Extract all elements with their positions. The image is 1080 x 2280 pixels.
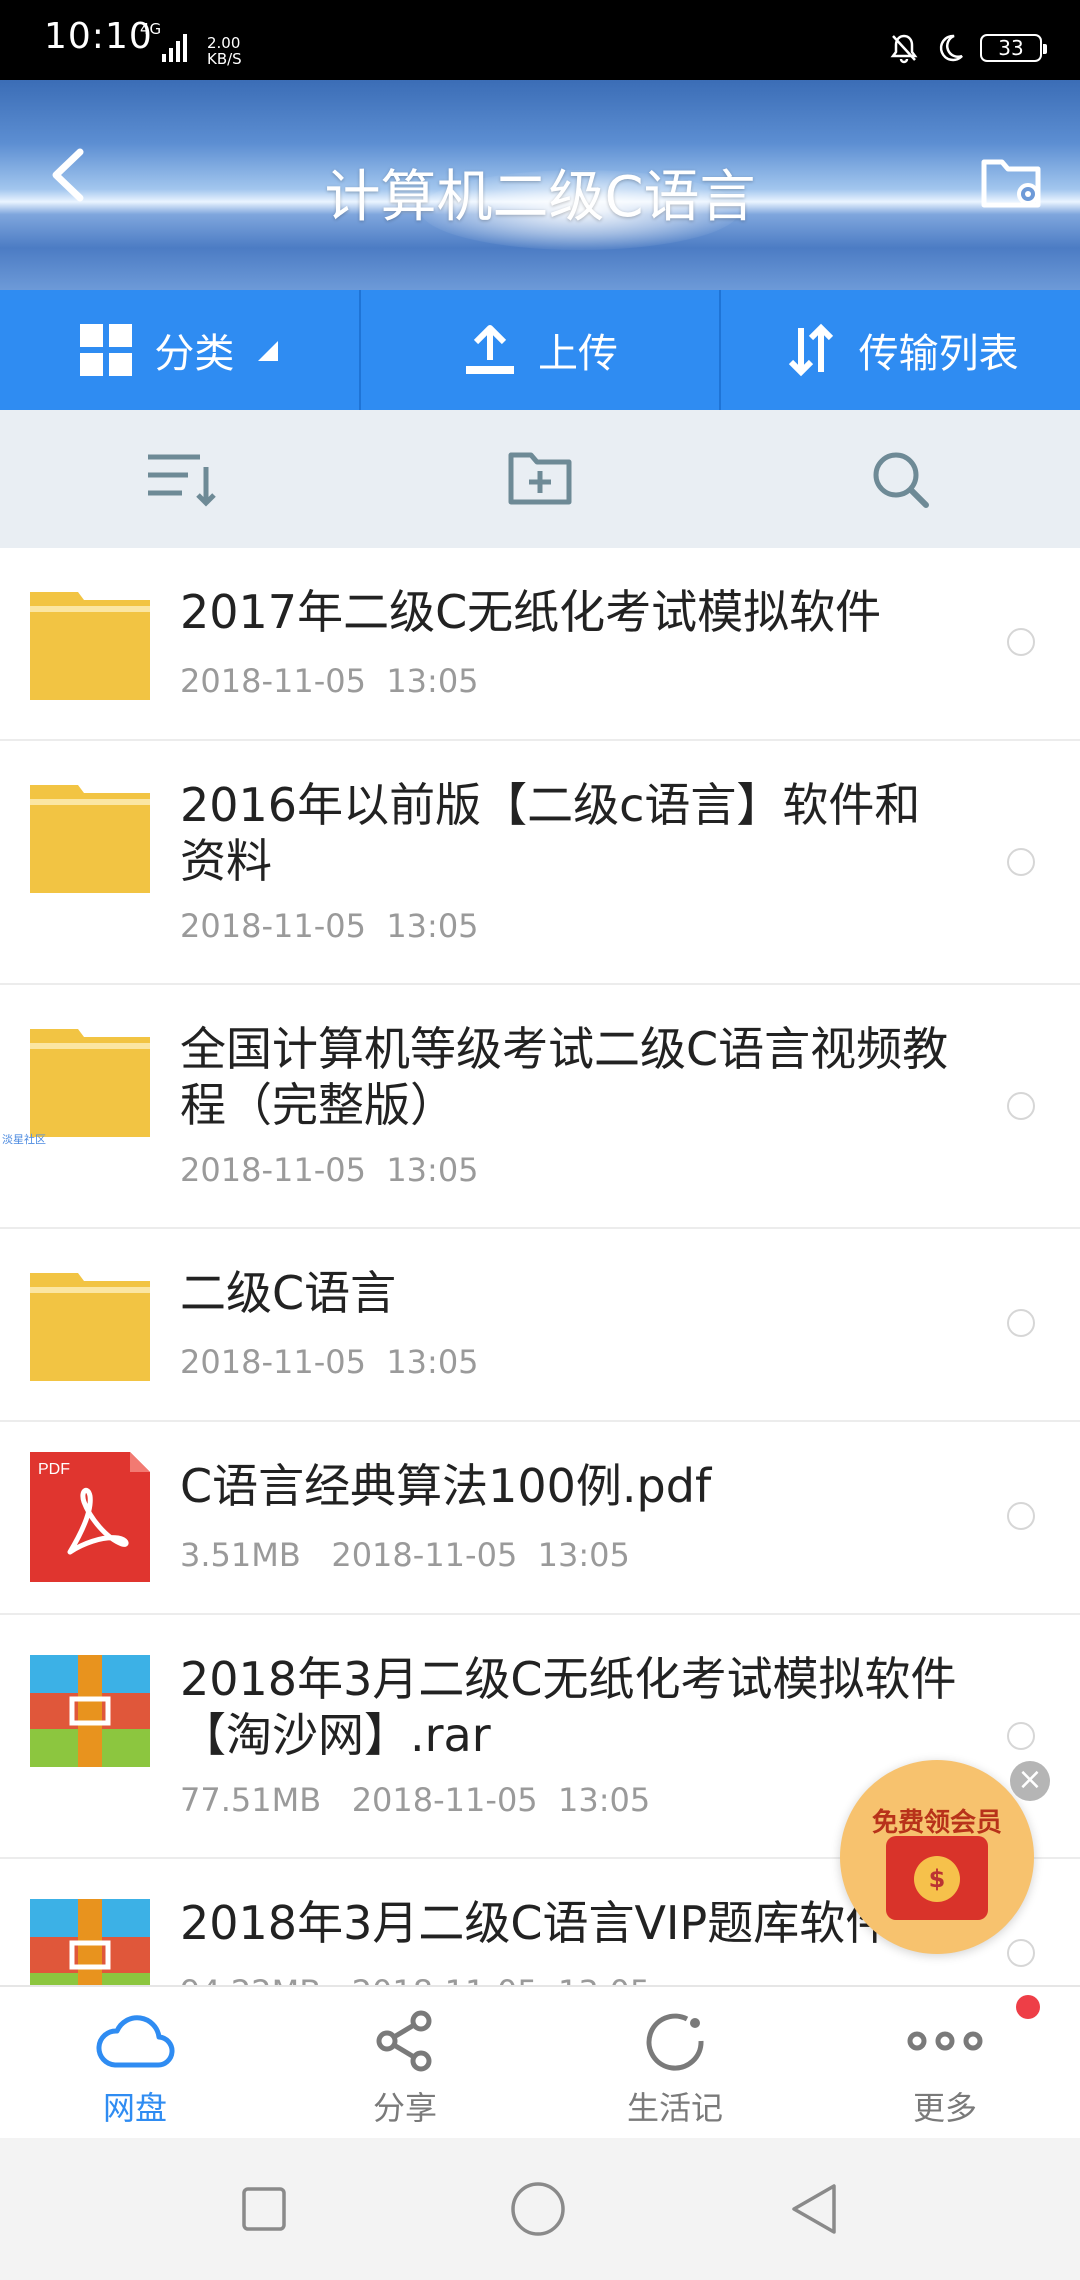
select-radio[interactable] [1007, 1939, 1035, 1967]
grid-icon [80, 324, 133, 376]
nav-label: 更多 [912, 2089, 977, 2127]
rar-archive-icon [30, 1655, 150, 1767]
upload-icon [466, 325, 514, 374]
sort-icon [148, 454, 216, 507]
folder-icon [30, 1273, 150, 1381]
file-meta: 2018-11-05 13:05 [180, 662, 479, 700]
moon-icon [939, 34, 963, 62]
upload-button[interactable]: 上传 [361, 290, 722, 410]
page-header: 计算机二级C语言 [0, 80, 1080, 290]
close-promo-button[interactable]: × [1010, 1761, 1050, 1801]
folder-icon [30, 785, 150, 893]
search-icon [873, 452, 929, 508]
file-name: 2016年以前版【二级c语言】软件和资料 [180, 778, 921, 888]
transfer-list-button[interactable]: 传输列表 [721, 290, 1080, 410]
file-row[interactable]: 2016年以前版【二级c语言】软件和资料 2018-11-05 13:05 [0, 741, 1080, 985]
search-button[interactable] [720, 410, 1080, 548]
dropdown-triangle-icon [258, 341, 279, 361]
coin-icon: $ [914, 1856, 960, 1902]
file-row[interactable]: PDF C语言经典算法100例.pdf 3.51MB 2018-11-05 13… [0, 1422, 1080, 1615]
select-radio[interactable] [1007, 1309, 1035, 1337]
status-bar: 10:10 4G 2.00 KB/S 33 [0, 0, 1080, 80]
file-row[interactable]: 2017年二级C无纸化考试模拟软件 2018-11-05 13:05 [0, 548, 1080, 741]
back-triangle-icon[interactable] [788, 2182, 840, 2236]
nav-item-life-journal[interactable]: 生活记 [540, 1987, 810, 2138]
file-meta: 77.51MB 2018-11-05 13:05 [180, 1781, 651, 1819]
nav-label: 网盘 [102, 2089, 167, 2127]
speed-value: 2.00 [207, 34, 241, 52]
category-label: 分类 [154, 331, 235, 377]
new-folder-button[interactable] [360, 410, 720, 548]
recents-square-icon[interactable] [240, 2185, 288, 2233]
status-time: 10:10 [44, 16, 153, 57]
upload-label: 上传 [538, 331, 618, 377]
file-meta: 3.51MB 2018-11-05 13:05 [180, 1536, 630, 1574]
file-name: 全国计算机等级考试二级C语言视频教程（完整版） [180, 1022, 949, 1132]
folder-settings-icon[interactable] [978, 152, 1048, 212]
cloud-icon [96, 2015, 175, 2068]
file-toolbar [0, 410, 1080, 548]
file-meta: 94.22MB 2018-11-05 13:05 [180, 1973, 650, 1985]
add-folder-icon [508, 452, 572, 505]
select-radio[interactable] [1007, 848, 1035, 876]
notification-dot [1016, 1995, 1040, 2019]
transfer-icon [788, 323, 833, 377]
file-name: 2018年3月二级C无纸化考试模拟软件【淘沙网】.rar [180, 1652, 957, 1762]
category-button[interactable]: 分类 [0, 290, 361, 410]
nav-item-cloud-drive[interactable]: 网盘 [0, 1987, 270, 2138]
nav-item-more[interactable]: 更多 [810, 1987, 1080, 2138]
file-name: 2018年3月二级C语言VIP题库软件 [180, 1896, 892, 1950]
page-title: 计算机二级C语言 [324, 165, 756, 230]
folder-icon [30, 1029, 150, 1137]
vip-promo-badge[interactable]: 免费领会员 $ [840, 1760, 1034, 1954]
select-radio[interactable] [1007, 1502, 1035, 1530]
network-type: 4G [140, 20, 162, 38]
select-radio[interactable] [1007, 628, 1035, 656]
sort-button[interactable] [0, 410, 360, 548]
pdf-badge-label: PDF [38, 1461, 70, 1478]
file-row[interactable]: 二级C语言 2018-11-05 13:05 [0, 1229, 1080, 1422]
pdf-file-icon: PDF [30, 1452, 150, 1582]
nav-item-share[interactable]: 分享 [270, 1987, 540, 2138]
select-radio[interactable] [1007, 1722, 1035, 1750]
file-row[interactable]: 全国计算机等级考试二级C语言视频教程（完整版） 2018-11-05 13:05 [0, 985, 1080, 1229]
folder-icon [30, 592, 150, 700]
watermark-label: 淡星社区 [2, 1133, 46, 1146]
bell-muted-icon [890, 34, 918, 64]
signal-icon [162, 34, 187, 62]
more-dots-icon [907, 2031, 983, 2051]
rar-archive-icon [30, 1899, 150, 1985]
select-radio[interactable] [1007, 1092, 1035, 1120]
nav-label: 分享 [372, 2089, 437, 2127]
battery-level: 33 [998, 36, 1024, 60]
file-meta: 2018-11-05 13:05 [180, 907, 479, 945]
share-icon [376, 2010, 432, 2072]
nav-label: 生活记 [626, 2089, 723, 2127]
action-bar: 分类 上传 传输列表 [0, 290, 1080, 410]
file-meta: 2018-11-05 13:05 [180, 1151, 479, 1189]
file-name: 二级C语言 [180, 1266, 397, 1320]
system-nav-bar [0, 2138, 1080, 2280]
network-speed: 2.00 KB/S [207, 35, 257, 67]
speed-unit: KB/S [207, 50, 242, 68]
bottom-nav: 网盘 分享 生活记 更多 [0, 1985, 1080, 2138]
transfer-list-label: 传输列表 [858, 331, 1019, 377]
file-meta: 2018-11-05 13:05 [180, 1343, 479, 1381]
promo-label: 免费领会员 [871, 1808, 1002, 1838]
battery-indicator: 33 [980, 34, 1047, 62]
refresh-circle-icon [646, 2013, 704, 2071]
home-circle-icon[interactable] [509, 2180, 567, 2238]
file-name: C语言经典算法100例.pdf [180, 1459, 712, 1513]
file-name: 2017年二级C无纸化考试模拟软件 [180, 585, 882, 639]
